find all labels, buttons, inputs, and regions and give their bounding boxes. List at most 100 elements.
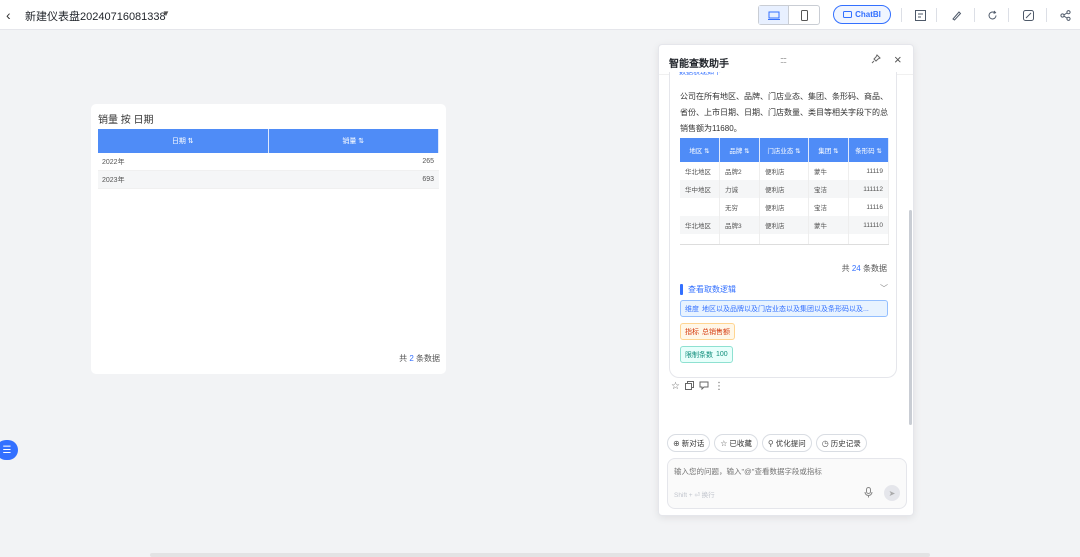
indicator-tag: 指标 总销售额	[680, 323, 735, 340]
magic-wand-icon: ⚲	[767, 438, 774, 448]
data-table: 日期 ⇅ 销量 ⇅ 2022年 265 2023年 693	[98, 129, 439, 189]
divider	[936, 8, 937, 22]
column-header-brand[interactable]: 品牌 ⇅	[720, 138, 760, 162]
cell	[760, 234, 809, 244]
table-row: 华北地区 品牌2 便利店 蒙牛 11119	[680, 162, 889, 180]
result-count-prefix: 共	[841, 264, 850, 273]
desktop-view-button[interactable]	[759, 6, 790, 24]
optimize-question-button[interactable]: ⚲ 优化提问	[761, 434, 812, 452]
drag-handle-icon[interactable]: ::::	[780, 55, 787, 65]
column-header-barcode[interactable]: 条形码 ⇅	[849, 138, 889, 162]
cell	[720, 234, 760, 244]
cell	[680, 198, 720, 216]
answer-heading: 数据表现如下	[679, 72, 721, 76]
floating-chat-icon[interactable]: ☰	[0, 440, 18, 460]
limit-tag-label: 限制条数	[685, 351, 713, 359]
column-header-store-type[interactable]: 门店业态 ⇅	[760, 138, 809, 162]
desktop-icon	[767, 11, 780, 20]
refresh-icon[interactable]	[984, 5, 1000, 25]
column-header-date[interactable]: 日期 ⇅	[98, 129, 269, 153]
star-icon[interactable]: ☆	[671, 381, 680, 393]
result-table-header: 地区 ⇅ 品牌 ⇅ 门店业态 ⇅ 集团 ⇅ 条形码 ⇅	[680, 138, 889, 162]
favorites-label: 已收藏	[729, 438, 752, 448]
limit-tag: 限制条数 100	[680, 346, 733, 363]
row-count-prefix: 共	[399, 354, 408, 363]
top-bar: ‹ 新建仪表盘20240716081338 ▼ ChatBI	[0, 0, 1080, 30]
cell: 华北地区	[680, 162, 720, 180]
history-button[interactable]: ◷ 历史记录	[815, 434, 867, 452]
table-row: 华北地区 品牌3 便利店 蒙牛 111110	[680, 216, 889, 234]
column-header-region[interactable]: 地区 ⇅	[680, 138, 720, 162]
cell: 便利店	[760, 216, 809, 234]
cell: 便利店	[760, 162, 809, 180]
cell: 111110	[849, 216, 889, 234]
cell	[809, 234, 849, 244]
dimension-tag: 维度 地区以及品牌以及门店业态以及集团以及条形码以及...	[680, 300, 888, 317]
cell-sales: 693	[422, 176, 434, 183]
column-header-group[interactable]: 集团 ⇅	[809, 138, 849, 162]
cell: 便利店	[760, 180, 809, 198]
cell: 品牌3	[720, 216, 760, 234]
dimension-tag-value: 地区以及品牌以及门店业态以及集团以及条形码以及...	[702, 305, 869, 313]
fullscreen-icon[interactable]	[1020, 5, 1036, 25]
cell: 蒙牛	[809, 216, 849, 234]
mobile-view-button[interactable]	[789, 6, 819, 24]
brush-icon[interactable]	[948, 5, 964, 25]
table-row: 无穷 便利店 宝洁 11116	[680, 198, 889, 216]
share-icon[interactable]	[1057, 5, 1073, 25]
send-icon[interactable]: ➤	[884, 485, 900, 501]
cell: 华中地区	[680, 180, 720, 198]
title-dropdown-icon[interactable]: ▼	[162, 9, 170, 18]
limit-tag-value: 100	[716, 351, 728, 358]
dimension-tag-label: 维度	[685, 305, 699, 313]
row-count: 共 2 条数据	[399, 353, 440, 364]
microphone-icon[interactable]	[864, 487, 873, 501]
filter-icon[interactable]	[912, 5, 928, 25]
divider	[974, 8, 975, 22]
star-icon: ☆	[720, 438, 728, 448]
result-table: 地区 ⇅ 品牌 ⇅ 门店业态 ⇅ 集团 ⇅ 条形码 ⇅ 华北地区 品牌2 便利店…	[680, 138, 889, 245]
row-count-number: 2	[409, 354, 414, 363]
chart-title: 销量 按 日期	[98, 115, 154, 126]
cell	[680, 234, 720, 244]
chevron-down-icon[interactable]: ﹀	[880, 283, 888, 294]
more-icon[interactable]: ⋮	[714, 381, 724, 393]
back-arrow-icon[interactable]: ‹	[6, 7, 20, 23]
chatbi-icon	[843, 10, 853, 18]
mobile-icon	[800, 9, 808, 21]
column-header-sales[interactable]: 销量 ⇅	[269, 129, 439, 153]
assistant-panel: 智能查数助手 :::: × 数据表现如下 公司在所有地区、品牌、门店业态、集团、…	[658, 44, 914, 516]
table-row: 华中地区 力诚 便利店 宝洁 111112	[680, 180, 889, 198]
query-logic-toggle[interactable]: 查看取数逻辑 ﹀	[680, 283, 888, 295]
pin-icon[interactable]	[871, 54, 881, 67]
cell-sales: 265	[422, 158, 434, 165]
indicator-tag-value: 总销售额	[702, 328, 730, 336]
divider	[901, 8, 902, 22]
result-row-count: 共 24 条数据	[842, 263, 887, 274]
bottom-scrollbar[interactable]	[150, 553, 930, 557]
divider	[1008, 8, 1009, 22]
panel-scrollbar[interactable]	[909, 210, 912, 425]
cell: 宝洁	[809, 180, 849, 198]
plus-circle-icon: ⊕	[673, 438, 680, 448]
dashboard-title[interactable]: 新建仪表盘20240716081338	[25, 8, 166, 24]
cell: 便利店	[760, 198, 809, 216]
divider	[1046, 8, 1047, 22]
new-chat-button[interactable]: ⊕ 新对话	[667, 434, 711, 452]
favorites-button[interactable]: ☆ 已收藏	[714, 434, 758, 452]
copy-icon[interactable]	[684, 381, 694, 393]
question-input-box: Shift + ⏎ 换行 ➤	[667, 458, 907, 509]
answer-summary: 公司在所有地区、品牌、门店业态、集团、条形码、商品、省份、上市日期、日期、门店数…	[680, 92, 888, 133]
question-input[interactable]	[674, 467, 894, 476]
cell: 11116	[849, 198, 889, 216]
feedback-icon[interactable]	[699, 381, 709, 393]
chatbi-button[interactable]: ChatBI	[833, 5, 891, 24]
cell	[849, 234, 889, 244]
cell: 力诚	[720, 180, 760, 198]
close-icon[interactable]: ×	[894, 52, 902, 67]
row-count-suffix: 条数据	[416, 354, 440, 363]
query-logic-label: 查看取数逻辑	[688, 285, 736, 294]
newline-hint: Shift + ⏎ 换行	[674, 492, 715, 499]
table-header: 日期 ⇅ 销量 ⇅	[98, 129, 439, 153]
result-count-number: 24	[851, 264, 861, 273]
